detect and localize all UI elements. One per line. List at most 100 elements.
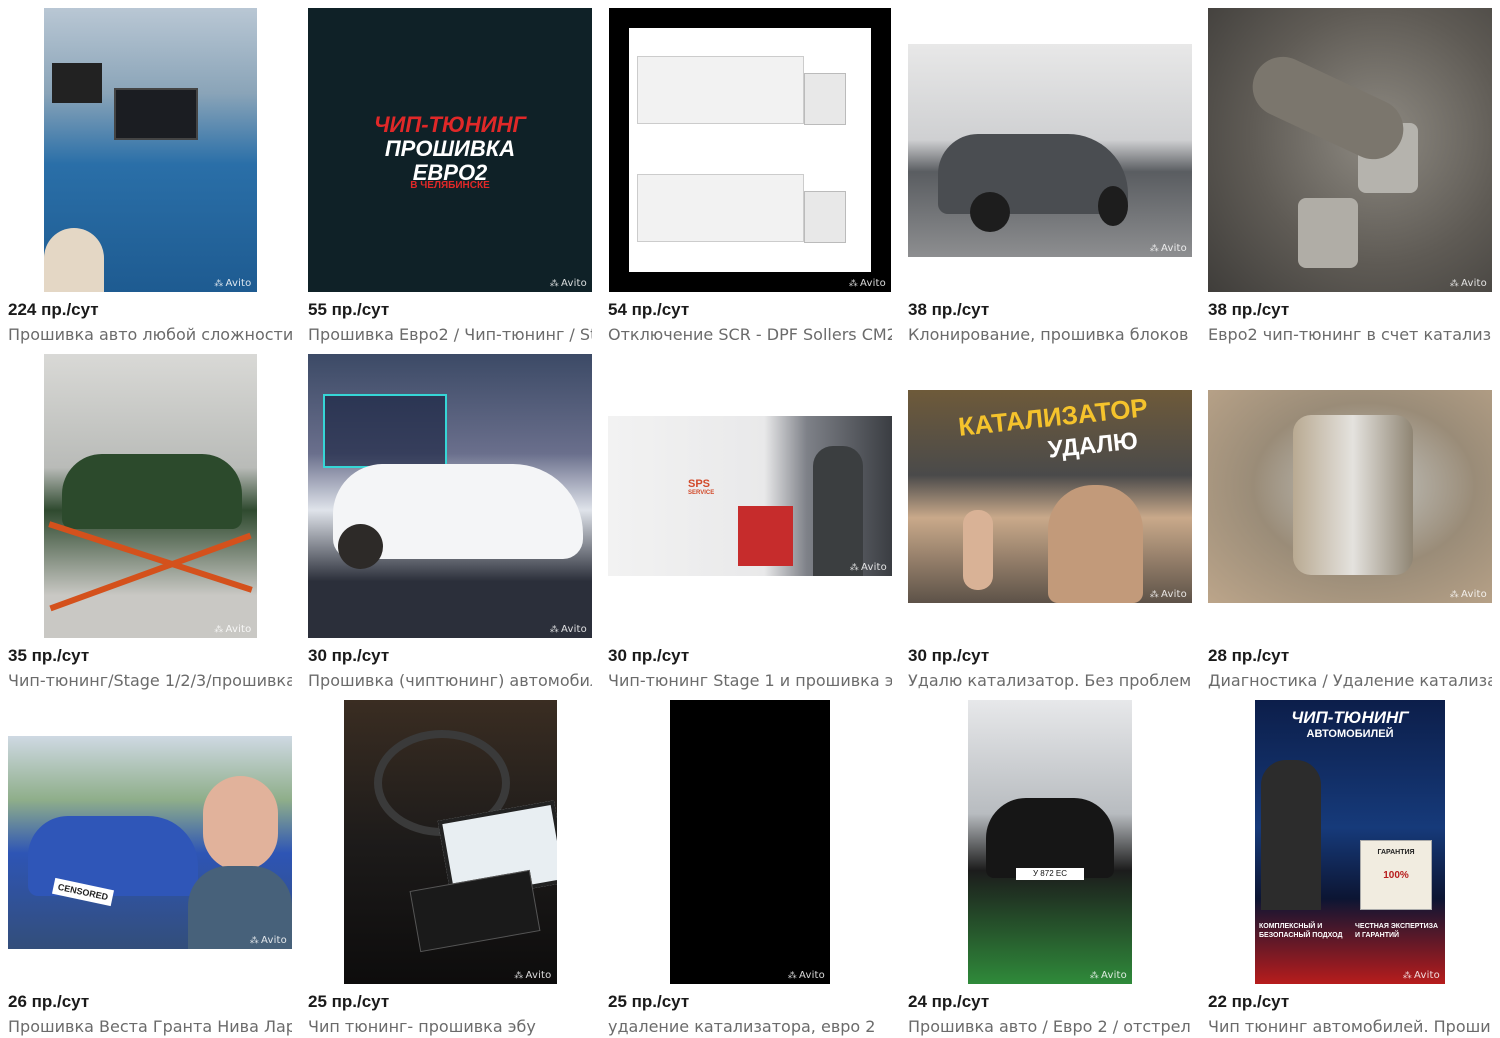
listing-photo[interactable]: Avito — [1208, 8, 1492, 292]
listing-image-container[interactable]: ЧИП-ТЮНИНГ ПРОШИВКА ЕВРО2 В ЧЕЛЯБИНСКЕ A… — [308, 8, 592, 292]
listing-title[interactable]: Чип-тюнинг/Stage 1/2/3/прошивка — [8, 671, 292, 690]
listing-card[interactable]: Avito 38 пр./сут Евро2 чип-тюнинг в счет… — [1208, 8, 1492, 344]
listing-title[interactable]: Прошивка (чиптюнинг) автомобил — [308, 671, 592, 690]
listing-photo[interactable]: Avito — [43, 8, 257, 292]
avito-watermark: Avito — [514, 970, 552, 981]
overlay-text: ГАРАНТИЯ — [1377, 849, 1415, 856]
catalyst-shape — [1293, 414, 1413, 575]
avito-watermark: Avito — [1150, 243, 1187, 254]
listing-image-container[interactable]: Avito — [308, 354, 592, 638]
strap-shape — [47, 521, 253, 593]
listing-card[interactable]: ЧИП-ТЮНИНГ АВТОМОБИЛЕЙ ГАРАНТИЯ 100% КОМ… — [1208, 700, 1492, 1036]
listing-photo[interactable]: ЧИП-ТЮНИНГ АВТОМОБИЛЕЙ ГАРАНТИЯ 100% КОМ… — [1255, 700, 1445, 984]
listing-photo[interactable]: Avito — [343, 700, 557, 984]
listing-photo[interactable]: Avito — [43, 354, 257, 638]
listing-title[interactable]: Удалю катализатор. Без проблем с — [908, 671, 1192, 690]
laptop-keyboard-shape — [409, 869, 540, 953]
listing-title[interactable]: удаление катализатора, евро 2 — [608, 1017, 892, 1036]
listing-photo[interactable]: SPS SERVICE Avito — [608, 416, 892, 576]
listing-card[interactable]: Avito 224 пр./сут Прошивка авто любой сл… — [8, 8, 292, 344]
overlay-text: АВТОМОБИЛЕЙ — [1306, 728, 1394, 740]
listing-price: 30 пр./сут — [608, 646, 690, 665]
listing-title[interactable]: Прошивка авто / Евро 2 / отстрелы — [908, 1017, 1192, 1036]
guarantee-card: ГАРАНТИЯ 100% — [1360, 840, 1432, 910]
listing-title[interactable]: Прошивка авто любой сложности — [8, 325, 292, 344]
listing-price: 38 пр./сут — [1208, 300, 1290, 319]
listing-image-container[interactable]: ЧИП-ТЮНИНГ АВТОМОБИЛЕЙ ГАРАНТИЯ 100% КОМ… — [1208, 700, 1492, 984]
listing-card[interactable]: SPS SERVICE Avito 30 пр./сут Чип-тюнинг … — [608, 354, 892, 690]
strap-shape — [48, 532, 252, 612]
listing-card[interactable]: Avito 25 пр./сут Чип тюнинг- прошивка эб… — [308, 700, 592, 1036]
listing-image-container[interactable]: Avito — [1208, 8, 1492, 292]
listing-photo[interactable]: CENSORED Avito — [8, 735, 292, 949]
car-shape — [986, 798, 1114, 878]
listing-title[interactable]: Отключение SCR - DPF Sollers CM26 — [608, 325, 892, 344]
avito-watermark: Avito — [1450, 278, 1487, 289]
listing-photo[interactable]: У 872 ЕС Avito — [968, 700, 1132, 984]
truck-body-shape — [637, 56, 804, 124]
wheel-shape — [338, 524, 383, 569]
test-bench-shape — [738, 506, 793, 566]
listing-card[interactable]: Avito 25 пр./сут удаление катализатора, … — [608, 700, 892, 1036]
listing-card[interactable]: Avito 30 пр./сут Прошивка (чиптюнинг) ав… — [308, 354, 592, 690]
listing-price: 35 пр./сут — [8, 646, 90, 665]
listing-card[interactable]: Avito 28 пр./сут Диагностика / Удаление … — [1208, 354, 1492, 690]
listing-card[interactable]: CENSORED Avito 26 пр./сут Прошивка Веста… — [8, 700, 292, 1036]
listing-title[interactable]: Чип тюнинг- прошивка эбу — [308, 1017, 592, 1036]
listing-image-container[interactable]: Avito — [608, 700, 892, 984]
listing-title[interactable]: Клонирование, прошивка блоков э — [908, 325, 1192, 344]
listing-card[interactable]: Avito 54 пр./сут Отключение SCR - DPF So… — [608, 8, 892, 344]
listing-image-container[interactable]: SPS SERVICE Avito — [608, 354, 892, 638]
listing-price: 22 пр./сут — [1208, 992, 1290, 1011]
listing-photo[interactable]: Avito — [609, 8, 891, 292]
listing-price: 224 пр./сут — [8, 300, 99, 319]
person-face-shape — [1048, 484, 1143, 603]
finger-shape — [963, 509, 993, 590]
listing-image-container[interactable]: КАТАЛИЗАТОР УДАЛЮ Avito — [908, 354, 1192, 638]
listing-image-container[interactable]: Avito — [8, 8, 292, 292]
listing-title[interactable]: Евро2 чип-тюнинг в счет катализат — [1208, 325, 1492, 344]
listing-photo[interactable]: ЧИП-ТЮНИНГ ПРОШИВКА ЕВРО2 В ЧЕЛЯБИНСКЕ A… — [308, 8, 592, 292]
listing-image-container[interactable]: Avito — [1208, 354, 1492, 638]
avito-watermark: Avito — [550, 278, 587, 289]
listing-image-container[interactable]: CENSORED Avito — [8, 700, 292, 984]
listing-image-container[interactable]: Avito — [608, 8, 892, 292]
muffler-shape — [1298, 198, 1358, 268]
listing-photo[interactable]: КАТАЛИЗАТОР УДАЛЮ Avito — [908, 389, 1192, 603]
mechanic-shape — [1261, 760, 1321, 910]
listing-card[interactable]: У 872 ЕС Avito 24 пр./сут Прошивка авто … — [908, 700, 1192, 1036]
avito-watermark: Avito — [214, 278, 252, 289]
truck-body-shape — [637, 174, 804, 242]
listing-image-container[interactable]: Avito — [8, 354, 292, 638]
listing-title[interactable]: Прошивка Евро2 / Чип-тюнинг / St — [308, 325, 592, 344]
chart-hologram-shape — [323, 394, 447, 468]
listing-photo[interactable]: Avito — [908, 43, 1192, 257]
avito-watermark: Avito — [1150, 589, 1187, 600]
listing-title[interactable]: Диагностика / Удаление катализато — [1208, 671, 1492, 690]
listing-price: 25 пр./сут — [308, 992, 390, 1011]
listing-price: 26 пр./сут — [8, 992, 90, 1011]
listing-price: 30 пр./сут — [908, 646, 990, 665]
listing-price: 55 пр./сут — [308, 300, 390, 319]
overlay-text: SPS — [688, 478, 711, 490]
listing-price: 28 пр./сут — [1208, 646, 1290, 665]
listing-card[interactable]: Avito 38 пр./сут Клонирование, прошивка … — [908, 8, 1192, 344]
listing-title[interactable]: Чип-тюнинг Stage 1 и прошивка эб — [608, 671, 892, 690]
avito-watermark: Avito — [1403, 970, 1440, 981]
listing-photo[interactable]: Avito — [670, 700, 830, 984]
overlay-text: SERVICE — [688, 490, 715, 496]
license-plate: У 872 ЕС — [1016, 868, 1084, 880]
listing-card[interactable]: ЧИП-ТЮНИНГ ПРОШИВКА ЕВРО2 В ЧЕЛЯБИНСКЕ A… — [308, 8, 592, 344]
listing-image-container[interactable]: Avito — [308, 700, 592, 984]
listing-price: 25 пр./сут — [608, 992, 690, 1011]
listing-photo[interactable]: Avito — [308, 354, 592, 638]
listing-image-container[interactable]: У 872 ЕС Avito — [908, 700, 1192, 984]
listing-title[interactable]: Прошивка Веста Гранта Нива Ларгу — [8, 1017, 292, 1036]
overlay-text: УДАЛЮ — [1046, 426, 1140, 464]
listing-image-container[interactable]: Avito — [908, 8, 1192, 292]
listing-card[interactable]: КАТАЛИЗАТОР УДАЛЮ Avito 30 пр./сут Удалю… — [908, 354, 1192, 690]
listing-title[interactable]: Чип тюнинг автомобилей. Прошив — [1208, 1017, 1492, 1036]
avito-watermark: Avito — [1090, 970, 1127, 981]
listing-card[interactable]: Avito 35 пр./сут Чип-тюнинг/Stage 1/2/3/… — [8, 354, 292, 690]
listing-photo[interactable]: Avito — [1208, 389, 1492, 603]
